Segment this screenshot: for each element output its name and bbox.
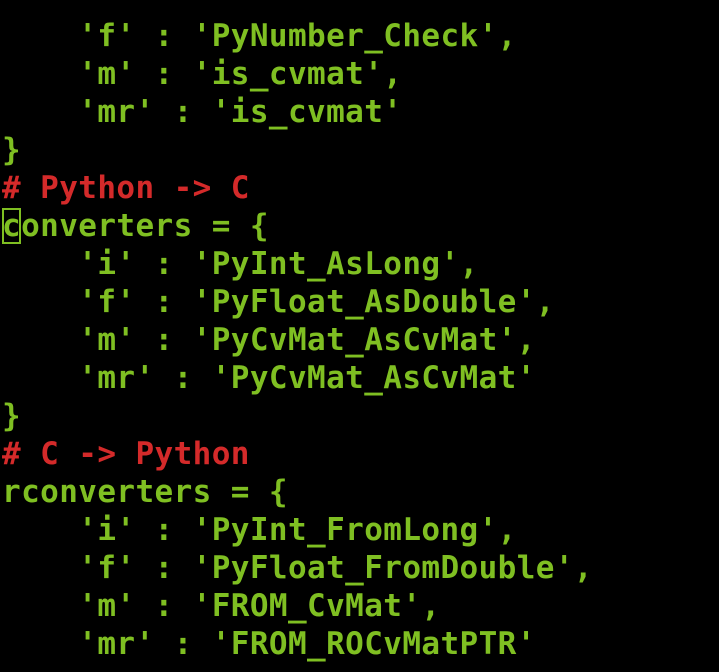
code-editor[interactable]: 'f' : 'PyNumber_Check', 'm' : 'is_cvmat'… (0, 0, 719, 672)
code-line[interactable]: rconverters = { (0, 473, 719, 511)
code-line[interactable]: 'mr' : 'is_cvmat' (0, 93, 719, 131)
code-line[interactable]: 'mr' : 'PyCvMat_AsCvMat' (0, 359, 719, 397)
code-line[interactable]: } (0, 397, 719, 435)
comment-line[interactable]: # C -> Python (0, 435, 719, 473)
code-line[interactable]: 'm' : 'is_cvmat', (0, 55, 719, 93)
code-line[interactable]: 'm' : 'PyCvMat_AsCvMat', (0, 321, 719, 359)
code-line[interactable]: 'f' : 'PyNumber_Check', (0, 17, 719, 55)
code-line[interactable]: 'm' : 'FROM_CvMat', (0, 587, 719, 625)
code-line[interactable]: 'f' : 'PyFloat_AsDouble', (0, 283, 719, 321)
comment-line[interactable]: # Python -> C (0, 169, 719, 207)
code-line[interactable]: 'mr' : 'FROM_ROCvMatPTR' (0, 625, 719, 663)
code-line-with-cursor[interactable]: converters = { (0, 207, 719, 245)
code-line[interactable]: 'f' : 'PyFloat_FromDouble', (0, 549, 719, 587)
code-line[interactable]: 'i' : 'PyInt_AsLong', (0, 245, 719, 283)
code-line[interactable]: 'i' : 'PyInt_FromLong', (0, 511, 719, 549)
text-cursor: c (2, 208, 22, 244)
code-line-rest: onverters = { (21, 208, 269, 244)
code-line[interactable]: } (0, 131, 719, 169)
